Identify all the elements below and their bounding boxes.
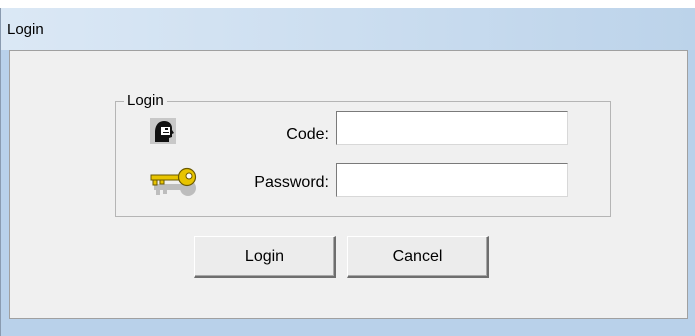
cancel-button[interactable]: Cancel bbox=[347, 236, 489, 278]
password-label: Password: bbox=[254, 174, 329, 191]
groupbox-legend: Login bbox=[124, 92, 167, 110]
code-label: Code: bbox=[286, 126, 329, 143]
login-window: Login Login Code: Password: Login Cancel bbox=[0, 8, 695, 336]
title-bar[interactable]: Login bbox=[1, 8, 695, 50]
window-title: Login bbox=[7, 21, 44, 38]
dialog-client-area: Login Code: Password: Login Cancel bbox=[9, 50, 688, 319]
password-input[interactable] bbox=[336, 163, 568, 197]
key-icon bbox=[150, 164, 202, 200]
user-head-icon bbox=[150, 118, 176, 144]
login-button[interactable]: Login bbox=[194, 236, 336, 278]
login-groupbox: Login Code: Password: bbox=[115, 92, 611, 217]
code-input[interactable] bbox=[336, 111, 568, 145]
